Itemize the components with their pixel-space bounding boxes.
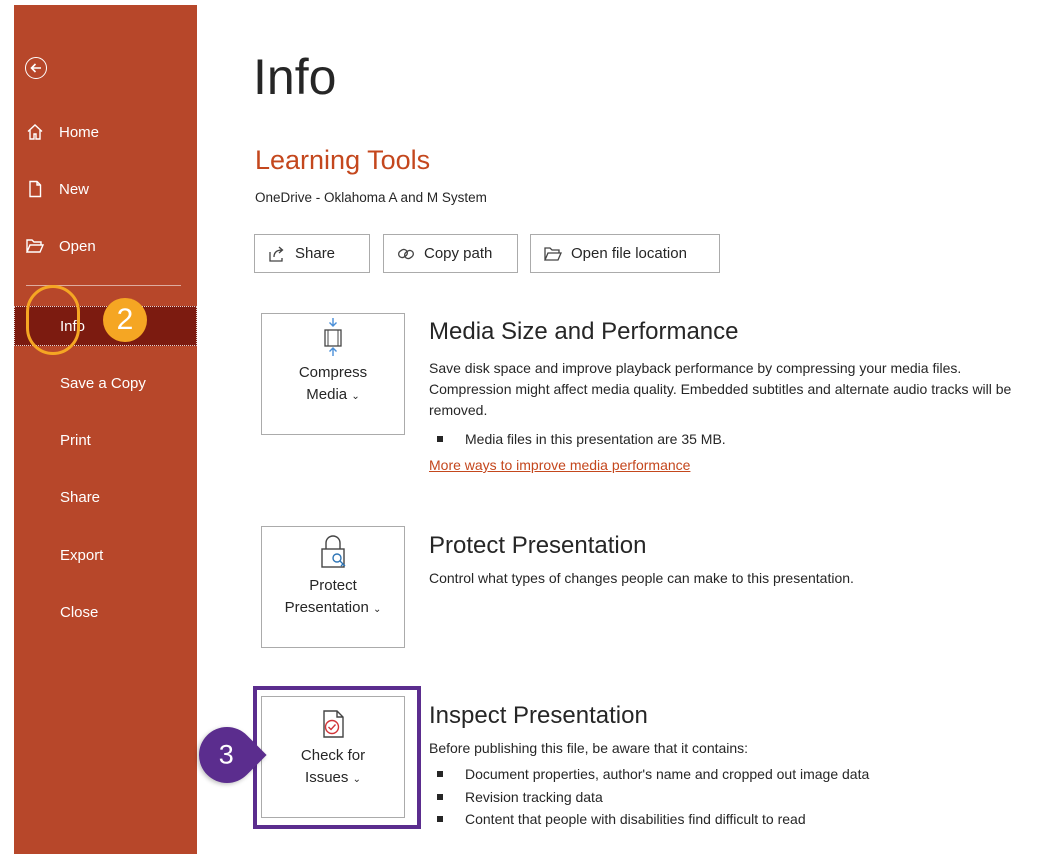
lock-key-icon — [317, 527, 349, 571]
section-title: Inspect Presentation — [429, 702, 648, 729]
list-item: Revision tracking data — [437, 786, 869, 809]
tile-label-line2: Presentation ⌄ — [284, 599, 382, 616]
open-file-location-button[interactable]: Open file location — [530, 234, 720, 273]
document-name: Learning Tools — [255, 145, 431, 175]
share-button[interactable]: Share — [254, 234, 370, 273]
sidebar-item-label: Save a Copy — [60, 374, 146, 392]
section-bullets: Media files in this presentation are 35 … — [437, 428, 726, 451]
backstage-sidebar: Home New Open Info Save a Copy Print Sha… — [14, 5, 197, 854]
list-item: Media files in this presentation are 35 … — [437, 428, 726, 451]
protect-presentation-button[interactable]: Protect Presentation ⌄ — [261, 526, 405, 648]
compress-media-button[interactable]: Compress Media ⌄ — [261, 313, 405, 435]
chevron-down-icon: ⌄ — [351, 391, 360, 402]
document-location: OneDrive - Oklahoma A and M System — [255, 190, 487, 205]
home-icon — [25, 122, 45, 142]
tile-label-line1: Protect — [309, 577, 357, 594]
sidebar-item-label: New — [59, 180, 90, 198]
copy-path-button-label: Copy path — [424, 245, 493, 262]
compress-media-icon — [319, 314, 347, 358]
sidebar-item-close[interactable]: Close — [14, 592, 197, 632]
sidebar-item-export[interactable]: Export — [14, 535, 197, 575]
check-issues-highlight-box — [253, 686, 421, 829]
tile-label-line2: Media ⌄ — [306, 386, 360, 403]
sidebar-item-print[interactable]: Print — [14, 420, 197, 460]
sidebar-item-new[interactable]: New — [14, 169, 197, 209]
sidebar-item-label: Home — [59, 123, 100, 141]
media-performance-link[interactable]: More ways to improve media performance — [429, 457, 690, 473]
new-document-icon — [25, 179, 45, 199]
info-highlight-ring — [26, 285, 80, 355]
sidebar-item-label: Export — [60, 546, 104, 564]
sidebar-item-label: Close — [60, 603, 99, 621]
sidebar-item-save-a-copy[interactable]: Save a Copy — [14, 363, 197, 403]
section-title: Protect Presentation — [429, 532, 647, 559]
list-item: Content that people with disabilities fi… — [437, 808, 869, 831]
tile-label-line1: Compress — [298, 364, 368, 381]
sidebar-item-label: Print — [60, 431, 91, 449]
sidebar-item-share[interactable]: Share — [14, 477, 197, 517]
step-2-badge: 2 — [103, 298, 147, 342]
list-item: Document properties, author's name and c… — [437, 763, 869, 786]
sidebar-item-home[interactable]: Home — [14, 112, 197, 152]
back-arrow-icon[interactable] — [25, 57, 47, 79]
sidebar-item-label: Share — [60, 488, 101, 506]
share-icon — [267, 244, 287, 264]
sidebar-item-label: Open — [59, 237, 96, 255]
section-description: Before publishing this file, be aware th… — [429, 740, 749, 756]
chevron-down-icon: ⌄ — [373, 604, 382, 615]
open-folder-icon — [543, 244, 563, 264]
section-description: Save disk space and improve playback per… — [429, 360, 1012, 418]
section-title: Media Size and Performance — [429, 318, 739, 345]
section-bullets: Document properties, author's name and c… — [437, 763, 869, 831]
section-description: Control what types of changes people can… — [429, 570, 854, 586]
open-folder-icon — [25, 236, 45, 256]
link-icon — [396, 244, 416, 264]
open-file-location-label: Open file location — [571, 245, 687, 262]
copy-path-button[interactable]: Copy path — [383, 234, 518, 273]
sidebar-item-open[interactable]: Open — [14, 226, 197, 266]
page-title: Info — [253, 49, 337, 105]
share-button-label: Share — [295, 245, 336, 262]
